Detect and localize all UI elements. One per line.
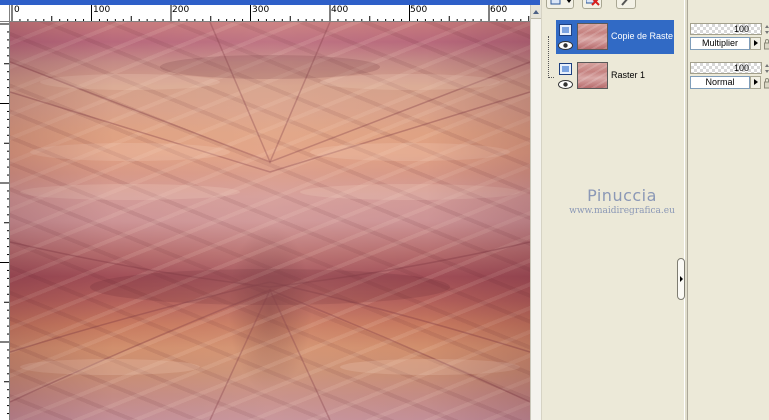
blend-mode-select[interactable]: Multiplier — [690, 37, 750, 50]
layer-name: Raster 1 — [611, 70, 646, 80]
ruler-label-0: 0 — [14, 5, 20, 15]
canvas-vertical-scrollbar[interactable] — [530, 5, 541, 420]
layer-properties-column: 100 Multiplier 100 Normal — [688, 10, 769, 420]
layer-name: Copie de Raste — [611, 31, 674, 41]
layer-row-raster-1[interactable]: Raster 1 — [556, 59, 674, 93]
delete-layer-icon — [586, 0, 600, 6]
opacity-spin-icon[interactable] — [764, 24, 769, 35]
watermark-title: Pinuccia — [587, 186, 657, 205]
scroll-up-arrow-icon[interactable] — [531, 5, 541, 19]
paint-brush-button[interactable] — [616, 0, 636, 9]
canvas-image[interactable] — [10, 22, 530, 420]
layer-properties-copie-de-raster: 100 Multiplier — [688, 20, 769, 54]
opacity-spin-icon[interactable] — [764, 63, 769, 74]
horizontal-ruler-ticks — [11, 5, 530, 21]
ruler-label-100: 100 — [93, 5, 111, 15]
ruler-corner — [0, 5, 10, 22]
watermark-url: www.maidiregrafica.eu — [569, 206, 675, 216]
opacity-slider[interactable]: 100 — [690, 23, 762, 35]
ruler-label-500: 500 — [410, 5, 428, 15]
blend-mode-arrow-icon[interactable] — [750, 37, 761, 50]
opacity-value: 100 — [733, 24, 749, 34]
paint-brush-icon — [621, 0, 628, 6]
visibility-eye-icon[interactable] — [558, 41, 573, 50]
layer-thumbnail — [577, 62, 608, 89]
ruler-label-400: 400 — [331, 5, 349, 15]
raster-group-icon — [559, 63, 572, 75]
watermark: Pinuccia www.maidiregrafica.eu — [560, 186, 684, 217]
layer-properties-raster-1: 100 Normal — [688, 59, 769, 93]
vertical-ruler — [0, 22, 10, 420]
vertical-ruler-ticks — [0, 23, 9, 415]
blend-mode-arrow-icon[interactable] — [750, 76, 761, 89]
lock-icon[interactable] — [764, 77, 769, 89]
blend-mode-select[interactable]: Normal — [690, 76, 750, 89]
lock-icon[interactable] — [764, 38, 769, 50]
ruler-label-200: 200 — [172, 5, 190, 15]
layers-toolbar — [542, 0, 685, 10]
new-layer-button[interactable] — [546, 0, 574, 9]
panel-splitter-handle[interactable] — [677, 258, 685, 300]
raster-group-icon — [559, 24, 572, 36]
layer-row-copie-de-raster[interactable]: Copie de Raste — [556, 20, 674, 54]
new-layer-icon — [550, 0, 572, 5]
opacity-value: 100 — [733, 63, 749, 73]
visibility-eye-icon[interactable] — [558, 80, 573, 89]
opacity-slider[interactable]: 100 — [690, 62, 762, 74]
layer-thumbnail — [577, 23, 608, 50]
ruler-label-300: 300 — [252, 5, 270, 15]
delete-layer-button[interactable] — [582, 0, 602, 9]
horizontal-ruler: 0 100 200 300 400 500 600 — [10, 5, 530, 22]
layer-tree-connector — [548, 36, 554, 78]
ruler-label-600: 600 — [490, 5, 508, 15]
canvas-artwork — [10, 22, 530, 420]
